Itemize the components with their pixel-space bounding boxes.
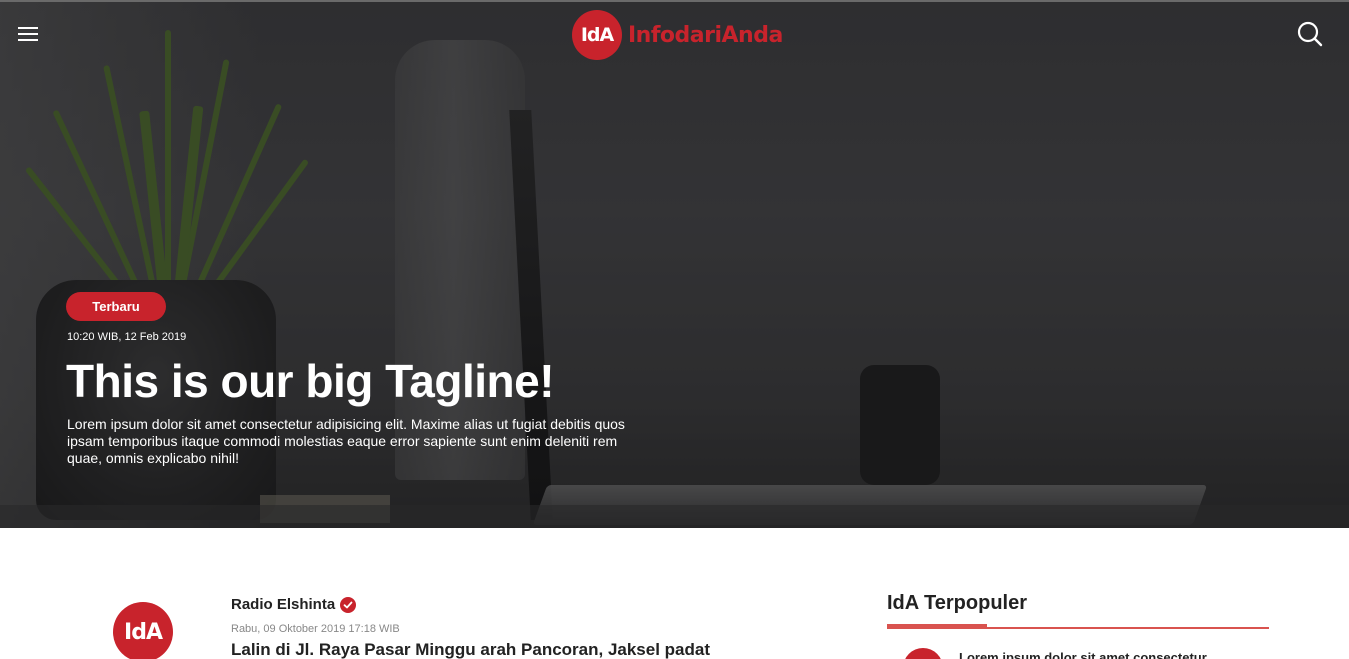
- logo-mark: IdA: [572, 10, 622, 60]
- popular-item-title[interactable]: Lorem ipsum dolor sit amet consectetur: [959, 650, 1207, 659]
- category-badge[interactable]: Terbaru: [66, 292, 166, 321]
- popular-item-avatar[interactable]: [903, 648, 943, 659]
- post-date: Rabu, 09 Oktober 2019 17:18 WIB: [231, 623, 400, 635]
- post-source-name: Radio Elshinta: [231, 596, 336, 613]
- brand-name: InfodariAnda: [628, 22, 783, 48]
- site-logo[interactable]: IdA InfodariAnda: [572, 10, 783, 60]
- top-border: [0, 0, 1349, 2]
- sidebar-title-accent: [887, 624, 987, 629]
- verified-icon: [340, 596, 357, 613]
- hero-date: 10:20 WIB, 12 Feb 2019: [67, 331, 187, 343]
- search-icon[interactable]: [1296, 20, 1324, 48]
- hero-title: This is our big Tagline!: [66, 355, 555, 407]
- post-headline[interactable]: Lalin di Jl. Raya Pasar Minggu arah Panc…: [231, 640, 710, 659]
- post-source[interactable]: Radio Elshinta: [231, 596, 357, 613]
- hero-description: Lorem ipsum dolor sit amet consectetur a…: [67, 416, 625, 466]
- sidebar-title: IdA Terpopuler: [887, 592, 1027, 614]
- hamburger-menu-icon[interactable]: [18, 26, 40, 42]
- post-source-avatar[interactable]: IdA: [113, 602, 173, 659]
- hero-banner: IdA InfodariAnda Terbaru 10:20 WIB, 12 F…: [0, 0, 1349, 528]
